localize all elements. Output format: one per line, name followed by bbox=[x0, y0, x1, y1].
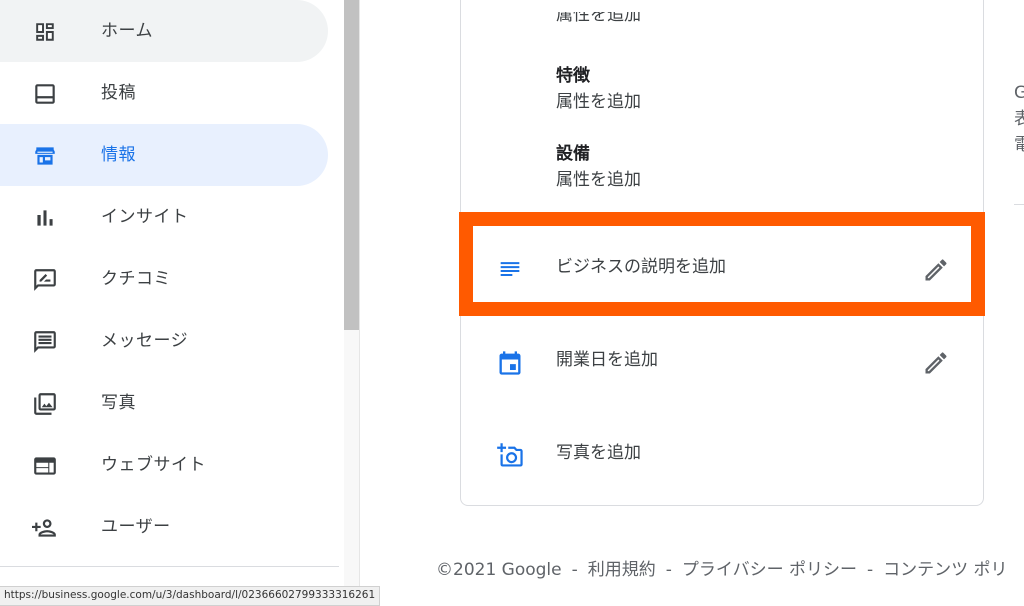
right-panel-line: G bbox=[1014, 83, 1024, 103]
person-add-icon bbox=[32, 515, 58, 541]
sidebar-item-label: インサイト bbox=[101, 207, 189, 227]
footer: ©2021 Google - 利用規約 - プライバシー ポリシー - コンテンツ ポリ bbox=[436, 558, 1008, 582]
sidebar-item-label: ウェブサイト bbox=[101, 455, 206, 475]
photo-library-icon bbox=[32, 391, 58, 417]
sidebar-item-label: ホーム bbox=[101, 21, 153, 41]
sidebar-item-messages[interactable]: メッセージ bbox=[0, 310, 328, 372]
event-icon bbox=[496, 349, 524, 377]
footer-separator: - bbox=[866, 560, 874, 580]
sidebar-scrollbar-thumb[interactable] bbox=[344, 0, 360, 330]
posts-icon bbox=[32, 81, 58, 107]
bar-chart-icon bbox=[32, 205, 58, 231]
sidebar-item-label: 写真 bbox=[101, 393, 136, 413]
sidebar-item-info[interactable]: 情報 bbox=[0, 124, 328, 186]
sidebar-item-website[interactable]: ウェブサイト bbox=[0, 434, 328, 496]
sidebar-divider bbox=[0, 566, 339, 567]
attribute-title-amenities: 設備 bbox=[556, 144, 590, 164]
message-icon bbox=[32, 329, 58, 355]
rate-review-icon bbox=[32, 267, 58, 293]
cut-off-attribute-text: 属性を追加 bbox=[556, 12, 641, 25]
main-divider bbox=[359, 0, 360, 604]
sidebar-item-label: メッセージ bbox=[101, 331, 189, 351]
highlight-box bbox=[459, 212, 985, 316]
add-a-photo-icon bbox=[496, 441, 524, 469]
right-panel-text: G 表 電 bbox=[1014, 80, 1024, 158]
edit-opening-date-button[interactable] bbox=[922, 349, 950, 377]
sidebar-item-label: 情報 bbox=[101, 145, 136, 165]
add-opening-date[interactable]: 開業日を追加 bbox=[556, 348, 658, 372]
sidebar-item-home[interactable]: ホーム bbox=[0, 0, 328, 62]
attribute-add-amenities[interactable]: 属性を追加 bbox=[556, 168, 641, 192]
attribute-title-features: 特徴 bbox=[556, 66, 590, 86]
status-bar-url: https://business.google.com/u/3/dashboar… bbox=[0, 586, 381, 606]
add-photos[interactable]: 写真を追加 bbox=[556, 441, 641, 465]
sidebar-item-posts[interactable]: 投稿 bbox=[0, 62, 328, 124]
dashboard-icon bbox=[32, 19, 58, 45]
footer-copyright: ©2021 Google bbox=[436, 560, 562, 580]
right-panel-line: 表 bbox=[1014, 109, 1024, 129]
footer-link-terms[interactable]: 利用規約 bbox=[588, 560, 656, 580]
right-panel-divider bbox=[1014, 204, 1024, 205]
sidebar-item-reviews[interactable]: クチコミ bbox=[0, 248, 328, 310]
sidebar-item-users[interactable]: ユーザー bbox=[0, 496, 328, 558]
cut-off-attribute-value: 属性を追加 bbox=[556, 12, 641, 34]
sidebar-item-photos[interactable]: 写真 bbox=[0, 372, 328, 434]
pencil-icon bbox=[925, 352, 947, 374]
footer-link-privacy[interactable]: プライバシー ポリシー bbox=[682, 560, 857, 580]
sidebar-item-label: 投稿 bbox=[101, 83, 136, 103]
sidebar-item-label: クチコミ bbox=[101, 269, 171, 289]
attribute-add-features[interactable]: 属性を追加 bbox=[556, 90, 641, 114]
sidebar: ホーム 投稿 情報 インサイト クチコミ メッセージ 写真 ウェブサイト ユーザ… bbox=[0, 0, 344, 604]
web-icon bbox=[32, 453, 58, 479]
footer-link-content-policy[interactable]: コンテンツ ポリ bbox=[883, 560, 1007, 580]
footer-separator: - bbox=[665, 560, 672, 580]
footer-separator: - bbox=[571, 560, 578, 580]
right-panel-line: 電 bbox=[1014, 135, 1024, 155]
sidebar-item-insights[interactable]: インサイト bbox=[0, 186, 328, 248]
storefront-icon bbox=[32, 143, 58, 169]
sidebar-item-label: ユーザー bbox=[101, 517, 171, 537]
